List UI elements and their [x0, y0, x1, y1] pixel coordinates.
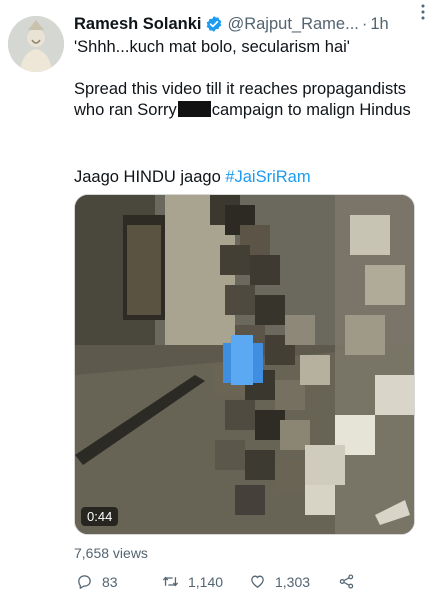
video-duration: 0:44 — [81, 507, 119, 526]
tweet-text-paragraph: Spread this video till it reaches propag… — [74, 79, 424, 121]
video-player[interactable]: 0:44 — [74, 194, 415, 535]
retweet-count: 1,140 — [188, 573, 224, 590]
like-icon — [249, 573, 275, 590]
retweet-icon — [162, 573, 188, 590]
view-count[interactable]: 7,658 views — [74, 545, 148, 561]
tweet-text-line1: 'Shhh...kuch mat bolo, secularism hai' — [74, 38, 350, 56]
tweet-header: Ramesh Solanki @Rajput_Rame... · 1h — [74, 12, 424, 36]
tweet-card[interactable]: Ramesh Solanki @Rajput_Rame... · 1h 'Shh… — [0, 0, 435, 599]
more-icon[interactable] — [417, 3, 429, 21]
share-button[interactable] — [338, 573, 364, 590]
share-icon — [338, 573, 364, 590]
reply-icon — [76, 573, 102, 590]
handle[interactable]: @Rajput_Rame... — [227, 15, 358, 34]
reply-button[interactable]: 83 — [76, 573, 118, 590]
hashtag-link[interactable]: #JaiSriRam — [225, 168, 310, 186]
tweet-text-part3: Jaago HINDU jaago — [74, 168, 226, 186]
redaction-block — [177, 101, 211, 117]
separator-dot: · — [361, 14, 368, 33]
retweet-button[interactable]: 1,140 — [162, 573, 223, 590]
tweet-text-hashtag-line: Jaago HINDU jaago #JaiSriRam — [74, 168, 311, 187]
avatar[interactable] — [8, 16, 64, 72]
tweet-text-part2: campaign to malign Hindus — [211, 101, 411, 119]
verified-icon — [205, 15, 223, 33]
display-name[interactable]: Ramesh Solanki — [74, 15, 201, 34]
timestamp[interactable]: 1h — [370, 15, 388, 34]
reply-count: 83 — [102, 573, 118, 590]
like-button[interactable]: 1,303 — [249, 573, 310, 590]
like-count: 1,303 — [275, 573, 311, 590]
video-thumbnail — [75, 195, 414, 534]
action-bar: 83 1,140 1,303 — [74, 573, 424, 595]
